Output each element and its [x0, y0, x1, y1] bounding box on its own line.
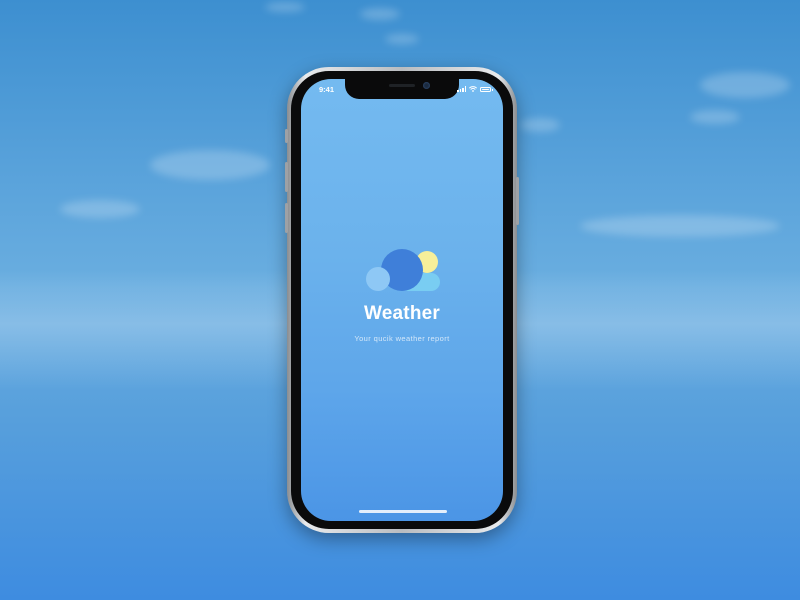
background-cloud: [690, 110, 740, 124]
background-cloud: [520, 118, 560, 132]
background-cloud: [700, 72, 790, 98]
background-cloud: [580, 215, 780, 237]
wifi-icon: [469, 86, 477, 92]
weather-logo-icon: [366, 249, 440, 291]
background-cloud: [150, 150, 270, 180]
background-cloud: [385, 34, 419, 44]
splash-screen: 9:41 Weather Your qucik weather report: [301, 79, 503, 521]
app-title: Weather: [363, 303, 441, 324]
phone-volume-down-button: [285, 203, 288, 233]
status-icons: [457, 86, 493, 92]
app-subtitle: Your qucik weather report: [354, 334, 450, 343]
background-cloud: [360, 8, 400, 20]
front-camera-icon: [423, 82, 430, 89]
notch: [345, 79, 459, 99]
status-time: 9:41: [319, 85, 335, 94]
speaker-grille: [389, 84, 415, 87]
home-indicator[interactable]: [359, 510, 447, 513]
logo-small-cloud: [366, 267, 390, 291]
phone-power-button: [516, 177, 519, 225]
phone-mute-switch: [285, 129, 288, 143]
signal-icon: [457, 86, 466, 92]
phone-volume-up-button: [285, 162, 288, 192]
background-cloud: [60, 200, 140, 218]
background-cloud: [265, 2, 305, 12]
phone-mockup: 9:41 Weather Your qucik weather report: [285, 67, 519, 533]
battery-icon: [480, 86, 493, 92]
